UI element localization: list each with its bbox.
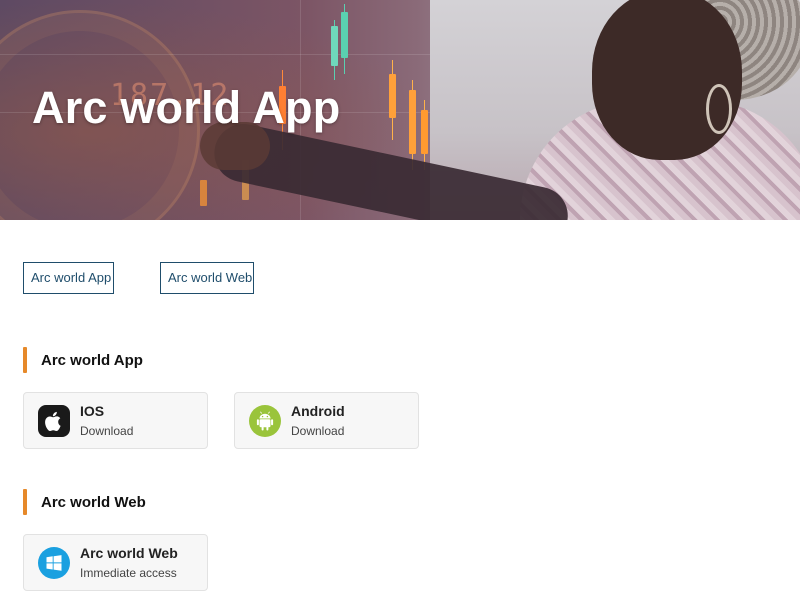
section-heading-web: Arc world Web — [23, 489, 146, 515]
card-title: IOS — [80, 403, 105, 419]
candle-green — [331, 26, 338, 66]
android-icon — [249, 405, 281, 437]
apple-icon — [38, 405, 70, 437]
candle-orange — [409, 90, 416, 154]
web-access-card[interactable]: Arc world Web Immediate access — [23, 534, 208, 591]
tab-arc-world-web[interactable]: Arc world Web — [160, 262, 254, 294]
candle-orange — [389, 74, 396, 118]
card-title: Android — [291, 403, 345, 419]
card-subtitle: Download — [291, 424, 345, 438]
section-heading-app: Arc world App — [23, 347, 143, 373]
chart-grid-line — [0, 54, 430, 55]
hero-title: Arc world App — [32, 82, 341, 133]
android-download-card[interactable]: Android Download — [234, 392, 419, 449]
hero-banner: 187.12 Arc world App — [0, 0, 800, 220]
section-accent-bar — [23, 347, 27, 373]
candle-green — [341, 12, 348, 58]
ios-download-card[interactable]: IOS Download — [23, 392, 208, 449]
card-title: Arc world Web — [80, 545, 178, 561]
windows-icon — [38, 547, 70, 579]
person-face — [592, 0, 742, 160]
tab-arc-world-app[interactable]: Arc world App — [23, 262, 114, 294]
card-subtitle: Download — [80, 424, 134, 438]
section-title: Arc world App — [41, 351, 143, 369]
card-subtitle: Immediate access — [80, 566, 177, 580]
section-accent-bar — [23, 489, 27, 515]
section-title: Arc world Web — [41, 493, 146, 511]
candle-orange — [421, 110, 428, 154]
earring — [706, 84, 732, 134]
candle-orange — [200, 180, 207, 206]
